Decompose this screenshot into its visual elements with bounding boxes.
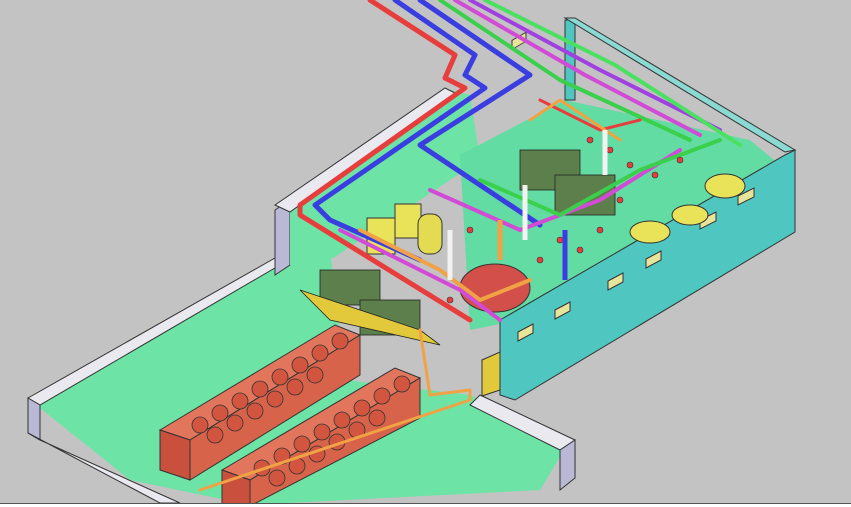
expansion-tank <box>394 203 422 239</box>
storage-tank <box>629 220 671 244</box>
cad-model-canvas <box>26 0 797 506</box>
pressure-vessel <box>459 263 531 313</box>
storage-tank <box>704 173 746 199</box>
building-entrance <box>481 351 501 397</box>
cad-viewport[interactable] <box>0 0 851 506</box>
storage-tank <box>671 204 709 226</box>
expansion-tank <box>417 213 443 255</box>
viewport-bottom-edge <box>0 503 851 507</box>
